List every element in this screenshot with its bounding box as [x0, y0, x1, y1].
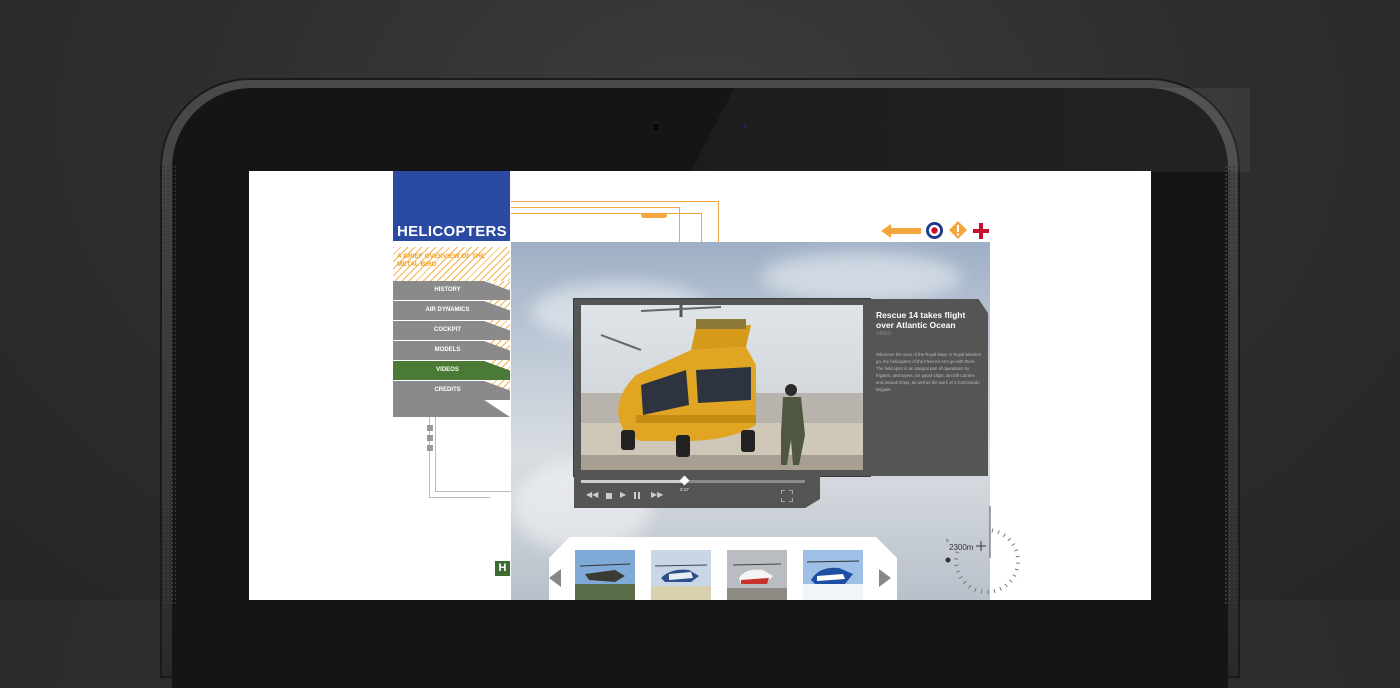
- deco-pill: [641, 213, 667, 218]
- section-badge: H: [495, 561, 510, 576]
- nav-item-label: COCKPIT: [434, 327, 461, 333]
- next-arrow-icon[interactable]: [879, 569, 891, 587]
- fast-forward-icon[interactable]: ▶▶: [651, 490, 663, 499]
- time-readout: 2:17: [680, 487, 689, 492]
- roundel-icon[interactable]: [926, 222, 943, 244]
- altimeter-tick: [975, 588, 976, 592]
- thumbnail-attack-helicopter[interactable]: [575, 550, 635, 600]
- warning-icon[interactable]: [949, 221, 967, 244]
- altimeter-tick: [956, 571, 960, 572]
- rewind-icon[interactable]: ◀◀: [586, 490, 598, 499]
- altimeter-tick: [1012, 544, 1015, 546]
- altimeter-tick: [1013, 575, 1017, 577]
- altitude-readout: 2300m: [949, 543, 973, 552]
- thumbnail-red-white-helicopter[interactable]: [727, 550, 787, 600]
- altimeter-tick: [992, 529, 993, 533]
- altimeter-tick: [994, 589, 995, 593]
- altimeter-tick: [955, 552, 959, 553]
- add-icon[interactable]: [973, 223, 989, 244]
- altimeter-tick: [1016, 556, 1020, 557]
- deco-line: [511, 213, 702, 242]
- nav-item-label: HISTORY: [434, 287, 460, 293]
- speaker-grille-left: [162, 165, 176, 605]
- nav-item-label: VIDEOS: [436, 367, 459, 373]
- app-subtitle: A BRIEF OVERVIEW OF THE METAL BIRD: [397, 253, 507, 269]
- altimeter-tick: [998, 530, 999, 534]
- deco-dot: [427, 435, 433, 441]
- altimeter-plus-icon: [976, 538, 986, 556]
- app-title: HELICOPTERS: [397, 223, 507, 240]
- altimeter-tick: [963, 581, 966, 584]
- video-title: Rescue 14 takes flight over Atlantic Oce…: [876, 311, 984, 330]
- progress-fill: [581, 480, 684, 483]
- altimeter-tick: [1015, 569, 1019, 570]
- deco-dot: [427, 425, 433, 431]
- speaker-grille-right: [1224, 165, 1238, 605]
- video-frame[interactable]: [581, 305, 863, 470]
- deco-line: [435, 417, 512, 492]
- nav-item-label: CREDITS: [434, 387, 460, 393]
- cloud: [761, 252, 961, 302]
- thumbnail-blue-white-helicopter[interactable]: [651, 550, 711, 600]
- altimeter-tick: [1003, 534, 1005, 537]
- altimeter-tick: [969, 585, 971, 588]
- nav-item-label: AIR DYNAMICS: [425, 307, 469, 313]
- front-camera: [652, 123, 660, 131]
- nav-item-label: MODELS: [435, 347, 461, 353]
- altimeter-tick: [1014, 550, 1018, 551]
- video-tag: VIDEO: [876, 331, 892, 337]
- fullscreen-icon[interactable]: [781, 489, 793, 507]
- prev-arrow-icon[interactable]: [549, 569, 561, 587]
- altimeter-tick: [1000, 587, 1002, 591]
- altimeter-tick: [981, 590, 982, 594]
- sensor-light: [744, 125, 747, 128]
- nav-footer: [393, 400, 510, 417]
- back-arrow-icon[interactable]: [881, 224, 921, 243]
- altimeter-tick: [959, 576, 962, 578]
- play-icon[interactable]: ▶: [620, 490, 626, 499]
- stop-icon[interactable]: [606, 493, 612, 499]
- altimeter-tick: [954, 565, 958, 566]
- thumbnail-blue-helicopter-snow[interactable]: [803, 550, 863, 600]
- altimeter-tick: [1005, 584, 1007, 587]
- bezel-glare: [690, 88, 1250, 172]
- altimeter-tick: [1009, 580, 1012, 583]
- deco-dot: [427, 445, 433, 451]
- pause-icon[interactable]: [634, 492, 636, 499]
- altimeter-tick: [1008, 538, 1011, 541]
- app-screen: HELICOPTERS A BRIEF OVERVIEW OF THE META…: [249, 171, 1151, 600]
- video-description: Wherever the sons of the Royal Navy or R…: [876, 351, 981, 393]
